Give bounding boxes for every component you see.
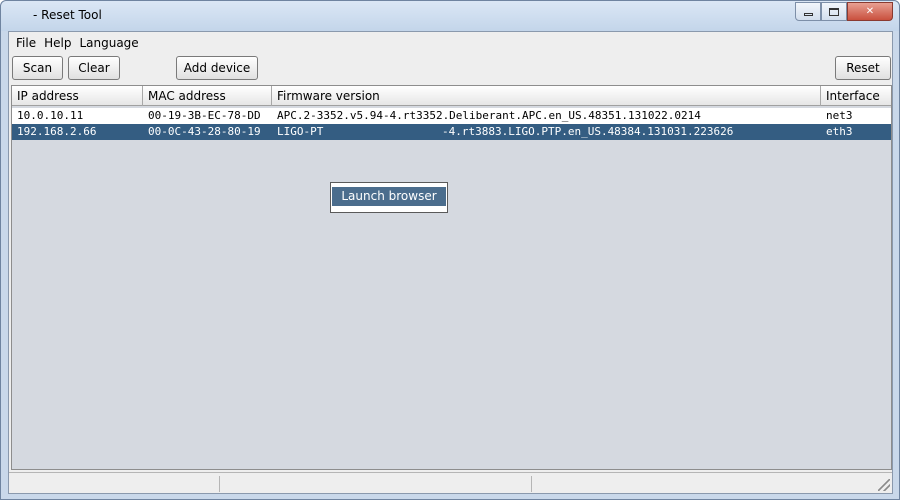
- reset-button[interactable]: Reset: [835, 56, 891, 80]
- menu-bar: File Help Language: [9, 32, 892, 54]
- app-window: - Reset Tool ✕ File Help Language Scan C…: [0, 0, 900, 500]
- column-header-interface[interactable]: Interface: [821, 86, 891, 106]
- status-divider: [531, 476, 532, 492]
- close-icon: ✕: [865, 6, 875, 17]
- cell-mac: 00-0C-43-28-80-19: [148, 125, 261, 138]
- maximize-button[interactable]: [821, 2, 847, 21]
- cell-ip: 192.168.2.66: [17, 125, 97, 138]
- cell-firmware-prefix: LIGO-PT: [277, 125, 324, 138]
- toolbar: Scan Clear Add device Reset: [9, 54, 892, 85]
- column-header-firmware[interactable]: Firmware version: [272, 86, 821, 106]
- resize-grip-icon[interactable]: [878, 479, 890, 491]
- table-row-selected[interactable]: 192.168.2.66 00-0C-43-28-80-19 LIGO-PT -…: [12, 124, 891, 140]
- add-device-button[interactable]: Add device: [176, 56, 258, 80]
- cell-ip: 10.0.10.11: [17, 109, 84, 122]
- cell-interface: eth3: [826, 125, 853, 138]
- menu-language[interactable]: Language: [75, 36, 142, 50]
- cell-firmware: APC.2-3352.v5.94-4.rt3352.Deliberant.APC…: [277, 109, 701, 122]
- column-header-ip[interactable]: IP address: [12, 86, 143, 106]
- window-controls: ✕: [795, 2, 893, 21]
- maximize-icon: [829, 7, 839, 16]
- context-menu: Launch browser: [330, 182, 448, 213]
- table-row[interactable]: 10.0.10.11 00-19-3B-EC-78-DD APC.2-3352.…: [12, 108, 891, 124]
- cell-mac: 00-19-3B-EC-78-DD: [148, 109, 261, 122]
- title-bar[interactable]: - Reset Tool ✕: [1, 1, 899, 31]
- context-menu-launch-browser[interactable]: Launch browser: [332, 187, 446, 206]
- window-title: - Reset Tool: [33, 8, 102, 22]
- menu-help[interactable]: Help: [40, 36, 75, 50]
- cell-firmware-suffix: -4.rt3883.LIGO.PTP.en_US.48384.131031.22…: [442, 125, 734, 138]
- table-header: IP address MAC address Firmware version …: [12, 86, 891, 106]
- device-table: IP address MAC address Firmware version …: [11, 85, 892, 470]
- minimize-button[interactable]: [795, 2, 821, 21]
- close-button[interactable]: ✕: [847, 2, 893, 21]
- column-header-mac[interactable]: MAC address: [143, 86, 272, 106]
- minimize-icon: [803, 13, 813, 16]
- menu-file[interactable]: File: [12, 36, 40, 50]
- status-bar: [9, 472, 892, 493]
- cell-interface: net3: [826, 109, 853, 122]
- client-area: File Help Language Scan Clear Add device…: [8, 31, 893, 494]
- scan-button[interactable]: Scan: [12, 56, 63, 80]
- clear-button[interactable]: Clear: [68, 56, 120, 80]
- status-divider: [219, 476, 220, 492]
